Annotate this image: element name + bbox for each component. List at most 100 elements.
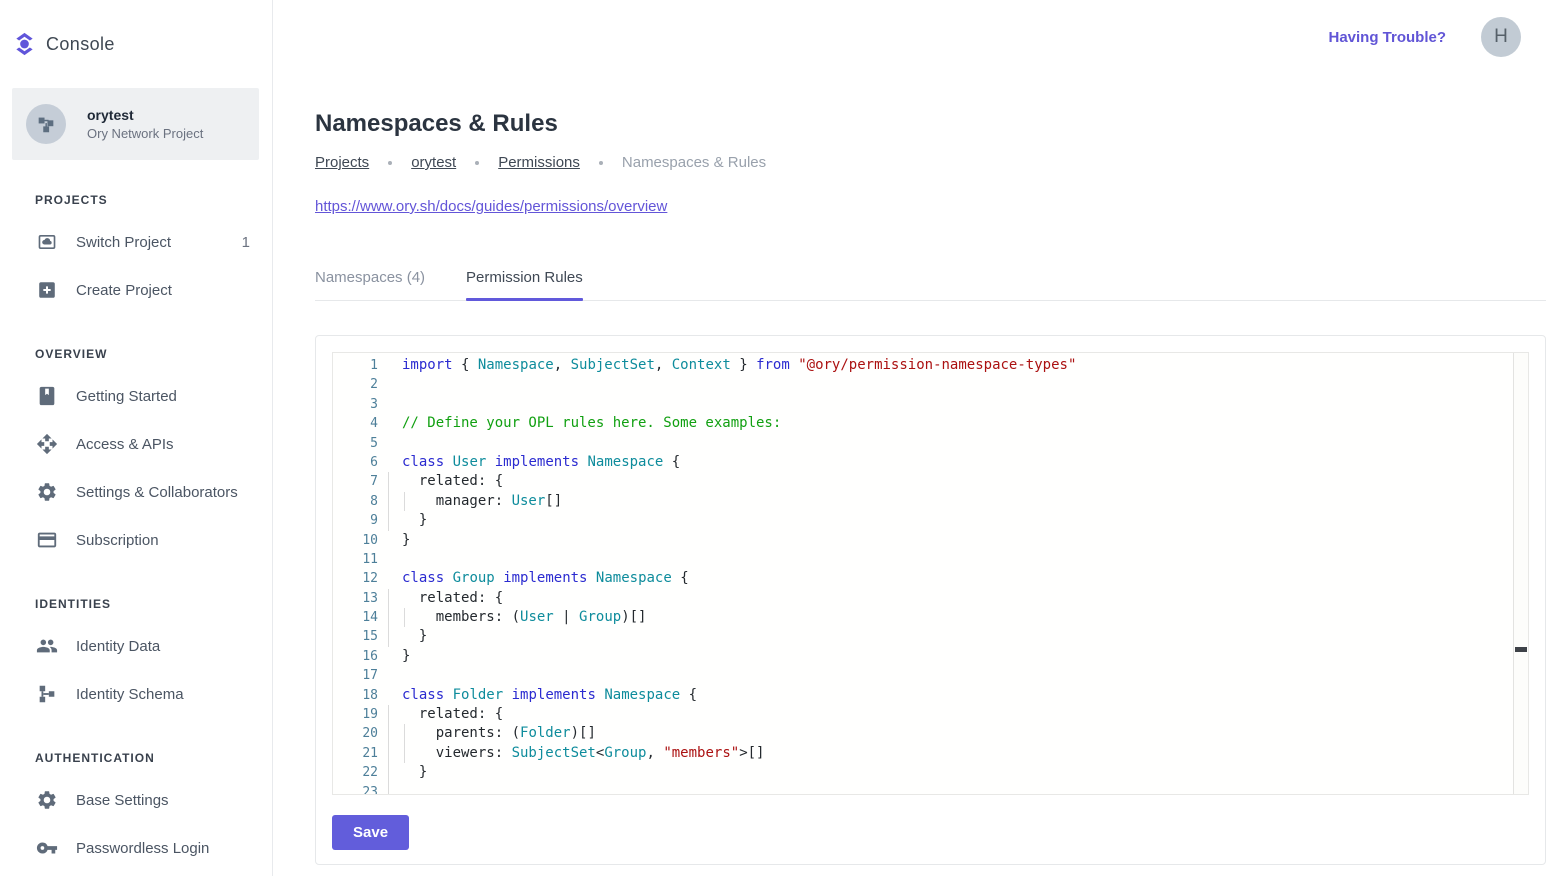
editor-scrollbar[interactable] bbox=[1513, 353, 1528, 794]
code-token bbox=[486, 454, 494, 470]
code-text: class Folder implements Namespace { bbox=[402, 686, 697, 705]
sidebar-item-getting-started[interactable]: Getting Started bbox=[0, 372, 272, 420]
code-line: 16} bbox=[333, 647, 1528, 666]
line-number: 16 bbox=[333, 647, 378, 666]
current-project-card[interactable]: orytest Ory Network Project bbox=[12, 88, 259, 160]
code-token: SubjectSet bbox=[571, 357, 655, 373]
code-token: from bbox=[756, 357, 790, 373]
code-token bbox=[444, 454, 452, 470]
code-token bbox=[495, 570, 503, 586]
credit-card-icon bbox=[35, 528, 59, 552]
code-text: // Define your OPL rules here. Some exam… bbox=[402, 414, 781, 433]
sidebar-item-passwordless-login[interactable]: Passwordless Login bbox=[0, 824, 272, 872]
code-token bbox=[444, 687, 452, 703]
line-number: 2 bbox=[333, 375, 378, 394]
ory-logo-icon bbox=[14, 31, 35, 57]
sidebar-item-create-project[interactable]: Create Project bbox=[0, 266, 272, 314]
code-token: } bbox=[731, 357, 756, 373]
schema-icon bbox=[36, 683, 58, 705]
switch-project-icon bbox=[35, 230, 59, 254]
code-token: class bbox=[402, 570, 444, 586]
page-title: Namespaces & Rules bbox=[315, 110, 1546, 138]
key-icon bbox=[36, 837, 58, 859]
indent-guide bbox=[388, 472, 389, 491]
line-number: 20 bbox=[333, 724, 378, 743]
editor-scrollbar-thumb[interactable] bbox=[1515, 647, 1527, 652]
breadcrumb: Projects orytest Permissions Namespaces & R… bbox=[315, 154, 1546, 171]
sidebar-item-identity-data[interactable]: Identity Data bbox=[0, 622, 272, 670]
code-text: } bbox=[402, 647, 410, 666]
code-token bbox=[587, 570, 595, 586]
code-line: 11 bbox=[333, 550, 1528, 569]
tab-permission-rules[interactable]: Permission Rules bbox=[466, 269, 583, 300]
code-token: | bbox=[554, 609, 579, 625]
line-number: 21 bbox=[333, 744, 378, 763]
breadcrumb-separator bbox=[388, 161, 392, 165]
code-token: manager: bbox=[402, 493, 512, 509]
code-line: 14 members: (User | Group)[] bbox=[333, 608, 1528, 627]
move-icon bbox=[35, 432, 59, 456]
breadcrumb-link[interactable]: Projects bbox=[315, 154, 369, 171]
permission-rules-panel: 1import { Namespace, SubjectSet, Context… bbox=[315, 335, 1546, 865]
sidebar-item-label: Identity Data bbox=[76, 638, 160, 655]
tab-bar: Namespaces (4) Permission Rules bbox=[315, 269, 1546, 301]
code-token: } bbox=[402, 628, 427, 644]
code-line: 10} bbox=[333, 531, 1528, 550]
project-name: orytest bbox=[87, 107, 203, 123]
people-icon bbox=[35, 634, 59, 658]
code-text: members: (User | Group)[] bbox=[402, 608, 646, 627]
sidebar-item-base-settings[interactable]: Base Settings bbox=[0, 776, 272, 824]
code-line: 4// Define your OPL rules here. Some exa… bbox=[333, 414, 1528, 433]
code-token: } bbox=[402, 532, 410, 548]
code-token: related: { bbox=[402, 706, 503, 722]
code-editor[interactable]: 1import { Namespace, SubjectSet, Context… bbox=[332, 352, 1529, 795]
indent-guide bbox=[404, 608, 405, 627]
sidebar-section-label: OVERVIEW bbox=[35, 347, 272, 362]
sidebar-item-badge: 1 bbox=[242, 234, 250, 251]
code-text: class Group implements Namespace { bbox=[402, 569, 689, 588]
code-token: Group bbox=[579, 609, 621, 625]
sidebar-item-label: Getting Started bbox=[76, 388, 177, 405]
code-token: } bbox=[402, 764, 427, 780]
sidebar-item-identity-schema[interactable]: Identity Schema bbox=[0, 670, 272, 718]
sitemap-icon bbox=[35, 113, 57, 135]
breadcrumb-link[interactable]: orytest bbox=[411, 154, 456, 171]
line-number: 11 bbox=[333, 550, 378, 569]
code-text: } bbox=[402, 763, 427, 782]
sidebar-item-subscription[interactable]: Subscription bbox=[0, 516, 272, 564]
indent-guide bbox=[388, 608, 389, 627]
line-number: 17 bbox=[333, 666, 378, 685]
line-number: 5 bbox=[333, 434, 378, 453]
line-number: 23 bbox=[333, 783, 378, 795]
indent-guide bbox=[404, 492, 405, 511]
breadcrumb-link[interactable]: Permissions bbox=[498, 154, 580, 171]
line-number: 19 bbox=[333, 705, 378, 724]
gear-icon bbox=[36, 481, 58, 503]
code-token: User bbox=[453, 454, 487, 470]
code-text: class User implements Namespace { bbox=[402, 453, 680, 472]
breadcrumb-separator bbox=[599, 161, 603, 165]
line-number: 12 bbox=[333, 569, 378, 588]
code-token: User bbox=[520, 609, 554, 625]
sidebar-section-label: IDENTITIES bbox=[35, 597, 272, 612]
sidebar-item-label: Passwordless Login bbox=[76, 840, 209, 857]
code-token: Namespace bbox=[596, 570, 672, 586]
code-token: Folder bbox=[520, 725, 571, 741]
code-token: "@ory/permission-namespace-types" bbox=[798, 357, 1076, 373]
tab-namespaces-4-[interactable]: Namespaces (4) bbox=[315, 269, 425, 300]
sidebar-item-settings-collaborators[interactable]: Settings & Collaborators bbox=[0, 468, 272, 516]
sidebar-item-switch-project[interactable]: Switch Project1 bbox=[0, 218, 272, 266]
breadcrumb-current: Namespaces & Rules bbox=[622, 154, 766, 171]
save-button[interactable]: Save bbox=[332, 815, 409, 850]
sidebar-item-access-apis[interactable]: Access & APIs bbox=[0, 420, 272, 468]
ory-console-logo[interactable]: Console bbox=[0, 0, 272, 72]
line-number: 9 bbox=[333, 511, 378, 530]
sidebar-item-label: Identity Schema bbox=[76, 686, 184, 703]
line-number: 1 bbox=[333, 356, 378, 375]
code-token bbox=[444, 570, 452, 586]
docs-link[interactable]: https://www.ory.sh/docs/guides/permissio… bbox=[315, 198, 667, 215]
gear-icon bbox=[35, 788, 59, 812]
code-line: 23 bbox=[333, 783, 1528, 795]
line-number: 8 bbox=[333, 492, 378, 511]
code-token bbox=[790, 357, 798, 373]
